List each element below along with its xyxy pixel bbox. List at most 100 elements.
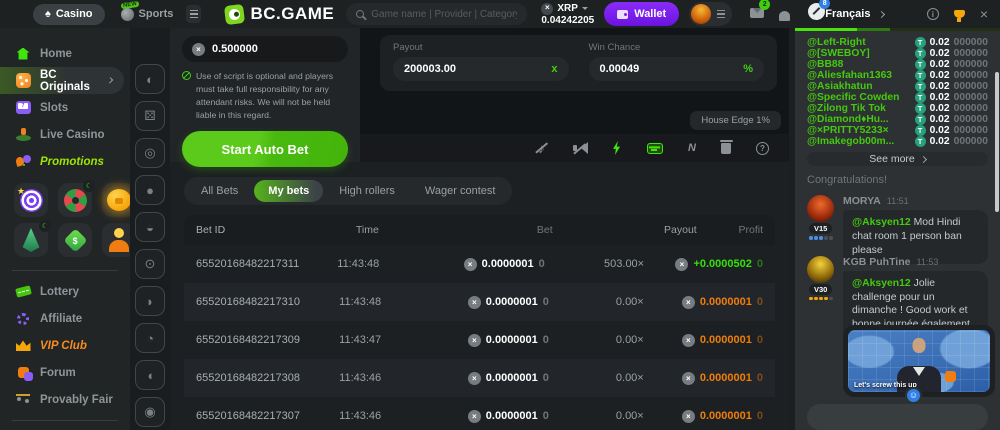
win-username[interactable]: @Aliesfahan1363: [807, 70, 892, 81]
emoji-reaction-icon[interactable]: [945, 371, 956, 382]
user-menu[interactable]: [689, 2, 732, 26]
user-avatar[interactable]: [691, 4, 711, 24]
chat-input[interactable]: [807, 404, 988, 430]
bet-amount: 0.0000001: [486, 372, 538, 384]
win-username[interactable]: @×PRITTY5233×: [807, 125, 889, 136]
game-shortcut-target[interactable]: ⊙: [135, 249, 165, 279]
avatar[interactable]: [807, 256, 834, 283]
win-username[interactable]: @Diamond♦Hu...: [807, 114, 889, 125]
win-amount-dim: 000000: [954, 59, 988, 70]
win-username[interactable]: @[SWEBOY]: [807, 48, 870, 59]
info-icon[interactable]: i: [927, 8, 939, 20]
sidebar-item-provably-fair[interactable]: Provably Fair: [0, 386, 130, 413]
sports-tab[interactable]: NEW Sports: [121, 8, 174, 21]
music-mute-icon[interactable]: [535, 141, 548, 155]
game-shortcut-ufo[interactable]: ◒: [135, 212, 165, 242]
clear-icon[interactable]: [721, 143, 731, 154]
promo-piggy-game[interactable]: [102, 183, 130, 217]
game-shortcut-wheel[interactable]: ◔: [135, 323, 165, 353]
promo-dart-game[interactable]: ★: [14, 183, 48, 217]
promo-wheel-game[interactable]: ☾: [58, 183, 92, 217]
turbo-bolt-icon[interactable]: [611, 141, 622, 155]
table-row[interactable]: 65520168482217311 11:43:48 ×0.00000010 5…: [184, 245, 775, 283]
game-shortcut-dice[interactable]: ⚄: [135, 101, 165, 131]
game-search[interactable]: [346, 3, 527, 25]
mention-link[interactable]: @Aksyen12: [852, 278, 911, 289]
table-row[interactable]: 65520168482217307 11:43:46 ×0.00000010 0…: [184, 397, 775, 430]
sports-tab-label: Sports: [139, 8, 174, 20]
bet-profit: 0.0000001: [700, 372, 752, 384]
language-selector[interactable]: Français: [825, 8, 884, 20]
promo-price-tag[interactable]: $: [58, 223, 92, 257]
messages-button[interactable]: 2: [750, 5, 764, 23]
balance-display[interactable]: × XRP 0.04242205: [541, 3, 594, 26]
bet-amount-field[interactable]: ×: [182, 36, 348, 62]
avatar[interactable]: [807, 195, 834, 222]
home-icon: [15, 46, 31, 62]
win-username[interactable]: @BB88: [807, 59, 843, 70]
bet-id: 65520168482217311: [196, 258, 337, 270]
sidebar-item-home[interactable]: Home: [0, 40, 130, 67]
sidebar-label-slots: Slots: [40, 102, 68, 114]
prohibited-icon: [182, 71, 191, 80]
trends-icon[interactable]: [688, 142, 696, 154]
sidebar-item-promotions[interactable]: Promotions: [0, 148, 130, 175]
sidebar-item-bc-originals[interactable]: BC Originals: [0, 67, 124, 94]
sidebar-item-lottery[interactable]: Lottery: [0, 278, 130, 305]
win-amount-dim: 000000: [954, 70, 988, 81]
see-more-button[interactable]: See more: [807, 152, 988, 166]
chat-toggle-button[interactable]: 8: [808, 3, 825, 25]
table-row[interactable]: 65520168482217310 11:43:48 ×0.00000010 0…: [184, 283, 775, 321]
bet-amount-input[interactable]: [212, 43, 338, 55]
sidebar-item-slots[interactable]: Slots: [0, 94, 130, 121]
game-shortcut-coco[interactable]: ◎: [135, 138, 165, 168]
table-row[interactable]: 65520168482217308 11:43:46 ×0.00000010 0…: [184, 359, 775, 397]
win-username[interactable]: @Specific Cowden: [807, 92, 899, 103]
mention-link[interactable]: @Aksyen12: [852, 217, 911, 228]
chat-image-message[interactable]: Let's screw this up: [843, 325, 995, 397]
close-chat-icon[interactable]: ×: [980, 7, 988, 21]
bomb-icon: ●: [146, 183, 154, 198]
game-shortcut-ball[interactable]: ◉: [135, 397, 165, 427]
menu-toggle-button[interactable]: [186, 5, 201, 23]
smiley-reaction-icon[interactable]: [905, 387, 922, 404]
chat-timestamp: 11:51: [887, 196, 909, 206]
game-shortcut-strip: ◐ ⚄ ◎ ● ◒ ⊙ ◗ ◔ ◖ ◉ ♞ ○ ✦: [130, 28, 170, 430]
game-shortcut-crash[interactable]: ◐: [135, 64, 165, 94]
win-chance-input[interactable]: 0.00049 %: [589, 57, 765, 81]
sidebar-item-live-casino[interactable]: Live Casino: [0, 121, 130, 148]
tab-wager-contest[interactable]: Wager contest: [411, 180, 510, 202]
promo-vip-person[interactable]: [102, 223, 130, 257]
win-username[interactable]: @Zilong Tik Tok: [807, 103, 886, 114]
sound-mute-icon[interactable]: [573, 142, 586, 154]
promo-ninja-game[interactable]: ☾: [14, 223, 48, 257]
help-icon[interactable]: [756, 142, 769, 155]
game-shortcut-helmet[interactable]: ◖: [135, 360, 165, 390]
casino-tab[interactable]: ♠ Casino: [33, 4, 105, 25]
site-logo[interactable]: BC.GAME: [225, 4, 334, 24]
win-username[interactable]: @Imakegob00m...: [807, 136, 894, 147]
gif-image: Let's screw this up: [848, 330, 990, 392]
tab-all-bets[interactable]: All Bets: [187, 180, 252, 202]
tab-my-bets[interactable]: My bets: [254, 180, 323, 202]
sidebar-item-affiliate[interactable]: Affiliate: [0, 305, 130, 332]
main-sidebar: Home BC Originals Slots Live Casino Prom…: [0, 28, 130, 430]
table-row[interactable]: 65520168482217309 11:43:47 ×0.00000010 0…: [184, 321, 775, 359]
tab-high-rollers[interactable]: High rollers: [325, 180, 409, 202]
notifications-button[interactable]: [779, 8, 790, 21]
chat-username[interactable]: MORYA: [843, 195, 881, 207]
game-shortcut-shell[interactable]: ◗: [135, 286, 165, 316]
win-username[interactable]: @Left-Right: [807, 37, 866, 48]
win-username[interactable]: @Asiakhatun: [807, 81, 873, 92]
wallet-button[interactable]: Wallet: [604, 2, 679, 26]
game-shortcut-mines[interactable]: ●: [135, 175, 165, 205]
start-auto-bet-button[interactable]: Start Auto Bet: [182, 131, 348, 167]
payout-input[interactable]: 200003.00 x: [393, 57, 569, 81]
trophy-icon[interactable]: [954, 10, 965, 18]
chat-username[interactable]: KGB PuhTine: [843, 256, 910, 268]
sidebar-item-vip-club[interactable]: VIP Club: [0, 332, 130, 359]
chat-scrollbar[interactable]: [995, 72, 999, 212]
search-input[interactable]: [371, 9, 517, 20]
hotkeys-icon[interactable]: [647, 143, 663, 154]
sidebar-item-forum[interactable]: Forum: [0, 359, 130, 386]
